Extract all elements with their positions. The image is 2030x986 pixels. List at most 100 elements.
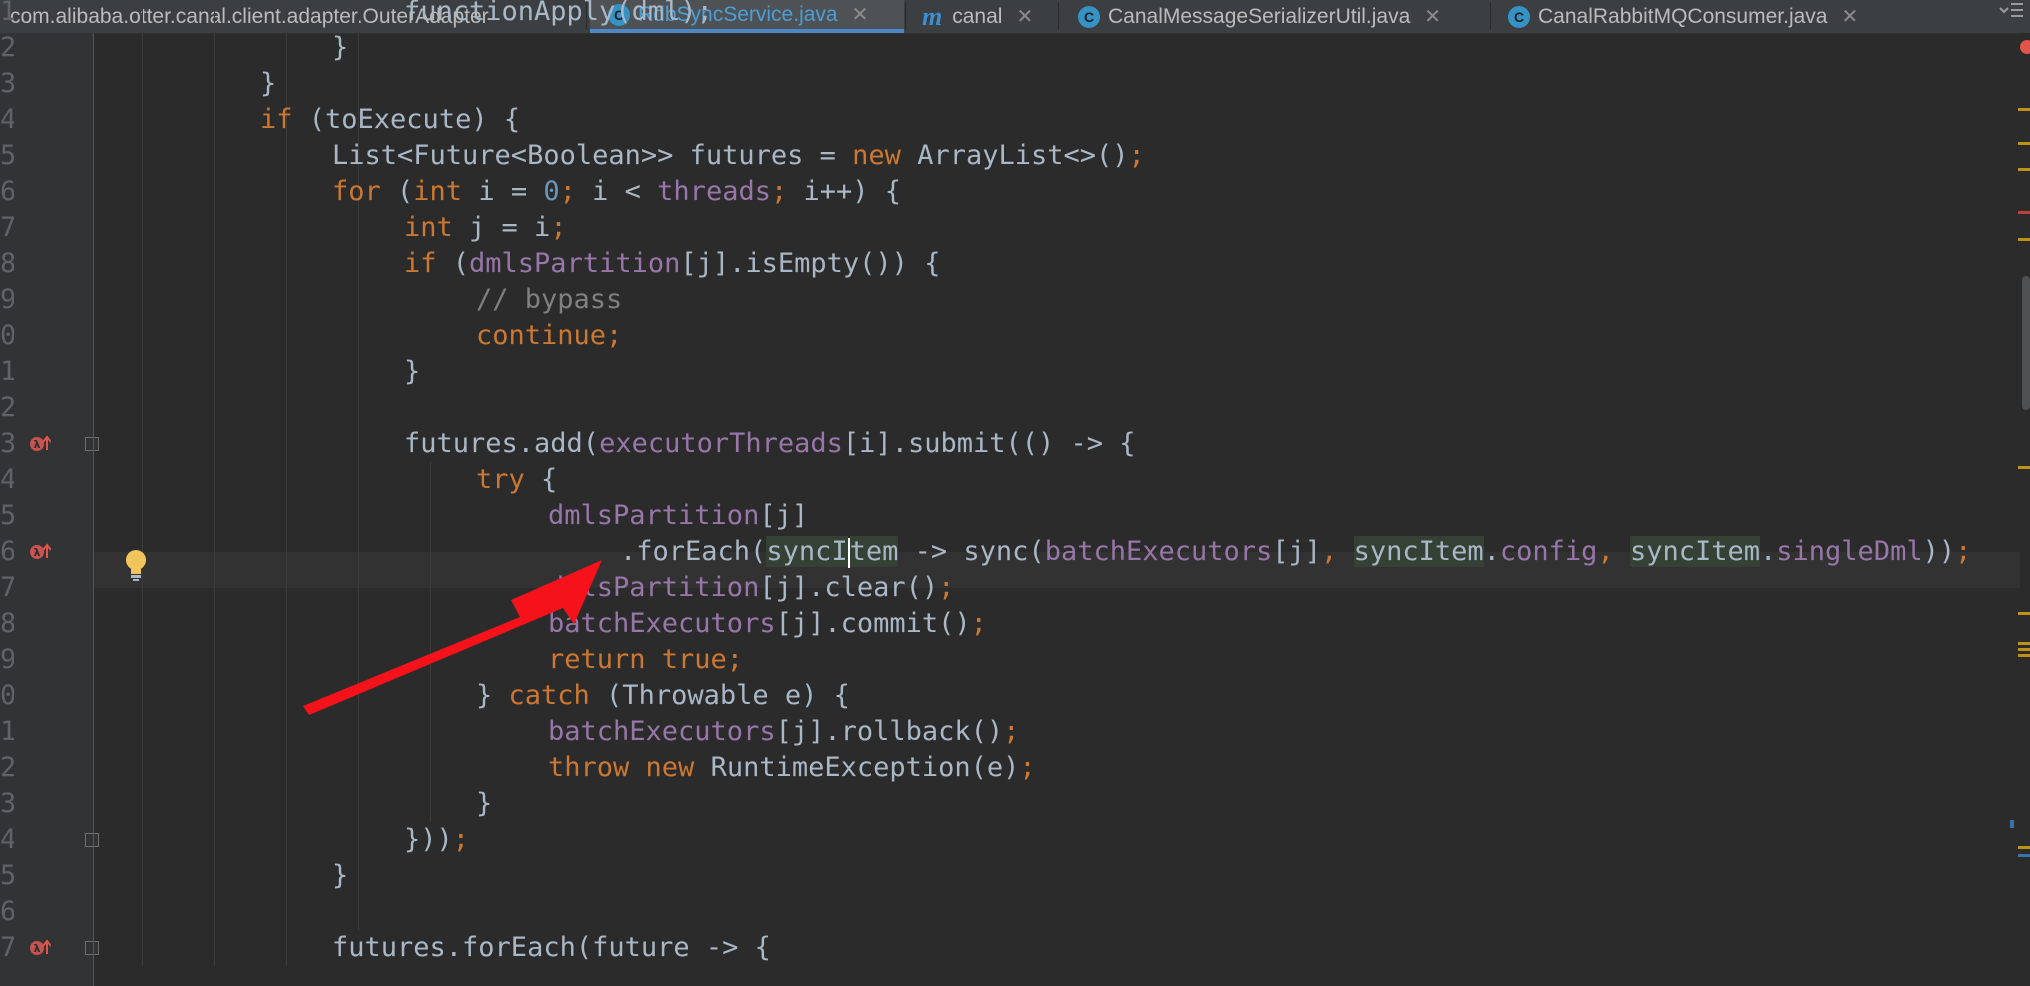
line-number: 6 [0, 536, 14, 567]
code-token: , [1597, 536, 1614, 567]
error-mark[interactable] [2018, 211, 2030, 214]
code-line[interactable]: if (dmlsPartition[j].isEmpty()) { [404, 246, 940, 282]
warning-mark[interactable] [2018, 142, 2030, 145]
code-line[interactable]: batchExecutors[j].commit(); [548, 606, 987, 642]
info-mark[interactable] [2018, 648, 2030, 651]
info-mark[interactable] [2018, 642, 2030, 645]
code-token: [j].clear() [759, 572, 939, 603]
line-number: 1 [0, 356, 14, 387]
warning-mark[interactable] [2018, 466, 2030, 469]
code-token: . [1483, 536, 1500, 567]
error-stripe[interactable] [2020, 33, 2030, 986]
code-token: } [260, 68, 277, 99]
line-number: 2 [0, 392, 14, 423]
lambda-breakpoint-icon[interactable]: λ [29, 434, 55, 454]
code-token: syncItem [1353, 536, 1484, 567]
code-line[interactable]: return true; [548, 642, 743, 678]
code-line[interactable]: .forEach(syncItem -> sync(batchExecutors… [620, 534, 1971, 570]
info-mark[interactable] [2018, 654, 2030, 657]
code-token: catch [508, 680, 590, 711]
code-token: futures.add( [404, 428, 600, 459]
code-token: [i].submit(() -> { [842, 428, 1136, 459]
code-token: })) [404, 824, 453, 855]
code-token: , [1321, 536, 1338, 567]
code-token: ; [452, 824, 470, 855]
code-token: [j].rollback() [775, 716, 1004, 747]
code-line[interactable]: try { [476, 462, 557, 498]
indent-guide [214, 0, 215, 966]
code-token: List<Future<Boolean>> futures = [332, 140, 853, 171]
code-token: j = i [452, 212, 551, 243]
lambda-breakpoint-icon[interactable]: λ [29, 938, 55, 958]
code-line[interactable]: futures.forEach(future -> { [332, 930, 771, 966]
scrollbar-thumb[interactable] [2022, 276, 2030, 410]
code-token: if [404, 248, 437, 279]
svg-text:λ: λ [34, 546, 41, 559]
code-line[interactable]: throw new RuntimeException(e); [548, 750, 1036, 786]
code-token: ; [1019, 752, 1036, 783]
code-line[interactable]: })); [404, 822, 469, 858]
code-line[interactable]: } [476, 786, 492, 822]
code-token: i++) { [787, 176, 902, 207]
code-line[interactable]: futures.add(executorThreads[i].submit(()… [404, 426, 1136, 462]
code-line[interactable]: for (int i = 0; i < threads; i++) { [332, 174, 901, 210]
code-line[interactable]: dmlsPartition[j].clear(); [548, 570, 954, 606]
code-editor[interactable]: functionApply(dml);}} if (toExecute) {Lis… [94, 0, 2030, 986]
warning-mark[interactable] [2018, 168, 2030, 171]
warning-mark[interactable] [2018, 238, 2030, 241]
code-token: dmlsPartition [469, 248, 681, 279]
code-token: } [332, 860, 349, 891]
code-line[interactable]: } [332, 30, 348, 66]
indent-guide [430, 462, 431, 822]
error-circle-icon[interactable] [2020, 40, 2030, 54]
warning-mark[interactable] [2018, 612, 2030, 615]
line-number: 5 [0, 500, 14, 531]
svg-text:λ: λ [34, 438, 41, 451]
code-token: ArrayList<>() [900, 140, 1129, 171]
line-number: 2 [0, 752, 14, 783]
code-line[interactable]: continue; [476, 318, 622, 354]
line-number: 9 [0, 284, 14, 315]
warning-mark[interactable] [2018, 846, 2030, 849]
code-token: [j] [1272, 536, 1322, 567]
line-number: 3 [0, 788, 14, 819]
lambda-breakpoint-icon[interactable]: λ [29, 542, 55, 562]
info-mark[interactable] [2010, 820, 2014, 828]
code-line[interactable]: // bypass [476, 282, 622, 318]
code-line[interactable]: } [404, 354, 420, 390]
code-token: functionApply(dml); [404, 0, 713, 27]
code-token: } [476, 788, 493, 819]
indent-guide [142, 0, 143, 966]
code-token: dmlsPartition [548, 572, 760, 603]
warning-mark[interactable] [2018, 108, 2030, 111]
line-number: 6 [0, 896, 14, 927]
editor-gutter[interactable]: 1 2 3 4 5 6 7 8 9 0 1 2 3 4 5 6 7 8 9 0 1 2 3 4 5 6 7 λ λ λ [0, 0, 99, 986]
code-token: new [852, 140, 901, 171]
info-mark[interactable] [2018, 854, 2030, 857]
line-number: 1 [0, 716, 14, 747]
line-number: 3 [0, 428, 14, 459]
code-line[interactable]: int j = i; [404, 210, 567, 246]
code-token: { [524, 464, 558, 495]
code-line[interactable]: } catch (Throwable e) { [476, 678, 850, 714]
code-token: config [1499, 536, 1598, 567]
code-token: continue; [476, 320, 623, 351]
code-line[interactable]: } [332, 858, 348, 894]
indent-guide [286, 0, 287, 966]
code-token: .forEach( [620, 536, 767, 567]
code-token: if [260, 104, 293, 135]
line-number: 1 [0, 0, 14, 27]
code-token: dmlsPartition [548, 500, 760, 531]
code-line[interactable]: if (toExecute) { [260, 102, 520, 138]
code-line[interactable]: } [260, 66, 276, 102]
code-line[interactable]: batchExecutors[j].rollback(); [548, 714, 1019, 750]
code-token: (toExecute) { [292, 104, 521, 135]
code-line[interactable]: List<Future<Boolean>> futures = new Arra… [332, 138, 1145, 174]
intention-bulb-icon[interactable] [121, 548, 151, 582]
code-line[interactable]: dmlsPartition[j] [548, 498, 808, 534]
code-token: } [404, 356, 421, 387]
code-line[interactable]: functionApply(dml); [404, 0, 713, 30]
code-token: ; [559, 176, 576, 207]
code-token: int [404, 212, 453, 243]
